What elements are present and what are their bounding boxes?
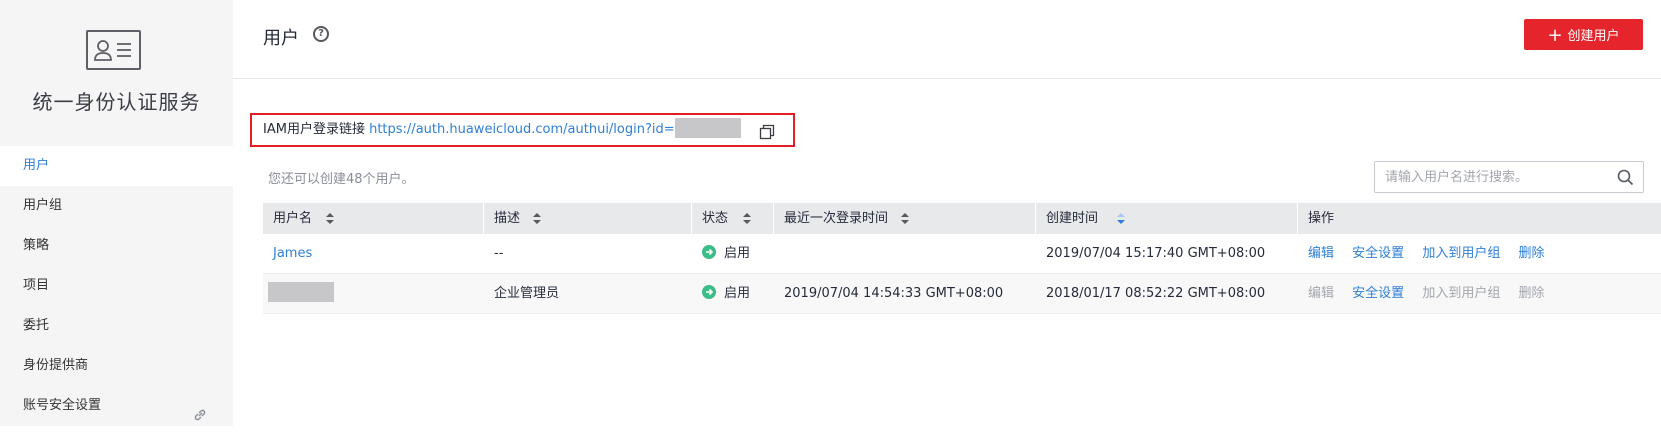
last-login-cell: 2019/07/04 14:54:33 GMT+08:00 — [784, 286, 1004, 301]
delete-link: 删除 — [1518, 286, 1545, 301]
create-user-button[interactable]: + 创建用户 — [1524, 19, 1643, 50]
plus-icon: + — [1547, 25, 1563, 46]
service-title: 统一身份认证服务 — [32, 90, 201, 114]
description-cell: -- — [494, 246, 504, 261]
status-cell: 启用 — [692, 274, 774, 313]
actions-cell: 编辑 安全设置 加入到用户组 删除 — [1298, 274, 1661, 313]
column-header-description[interactable]: 描述 — [484, 203, 692, 234]
created-cell: 2018/01/17 08:52:22 GMT+08:00 — [1046, 286, 1266, 301]
sidebar-item-projects[interactable]: 项目 — [0, 266, 233, 306]
security-settings-link[interactable]: 安全设置 — [1352, 286, 1404, 301]
last-login-cell — [774, 234, 1036, 273]
sidebar-nav: 用户 用户组 策略 项目 委托 身份提供商 账号安全设置 — [0, 146, 233, 426]
sidebar-item-policies[interactable]: 策略 — [0, 226, 233, 266]
page-title: 用户 — [263, 28, 299, 49]
users-table: 用户名 描述 状态 最近一次登录时间 创建时间 操作 James -- 启用 2… — [263, 203, 1661, 314]
sidebar-item-users[interactable]: 用户 — [0, 146, 233, 186]
status-text: 启用 — [724, 246, 751, 261]
add-to-group-link[interactable]: 加入到用户组 — [1422, 246, 1500, 261]
created-cell: 2019/07/04 15:17:40 GMT+08:00 — [1046, 246, 1266, 261]
status-text: 启用 — [724, 286, 751, 301]
main-content: 用户 ? + 创建用户 IAM用户登录链接 https://auth.huawei… — [233, 0, 1661, 426]
sidebar-item-account-security[interactable]: 账号安全设置 — [0, 386, 233, 426]
sidebar-item-agencies[interactable]: 委托 — [0, 306, 233, 346]
username-link[interactable]: James — [273, 246, 312, 261]
user-card-icon — [86, 30, 141, 70]
add-to-group-link: 加入到用户组 — [1422, 286, 1501, 301]
question-circle-icon[interactable]: ? — [313, 26, 329, 42]
masked-username — [268, 282, 334, 302]
login-link-box: IAM用户登录链接 https://auth.huaweicloud.com/a… — [250, 113, 795, 147]
column-header-username[interactable]: 用户名 — [263, 203, 484, 234]
edit-link: 编辑 — [1308, 286, 1335, 301]
search-box — [1374, 161, 1644, 193]
sort-icon[interactable] — [742, 212, 752, 225]
search-input[interactable] — [1375, 162, 1605, 192]
sidebar-item-label: 账号安全设置 — [23, 398, 102, 413]
sidebar-item-identity-providers[interactable]: 身份提供商 — [0, 346, 233, 386]
table-header: 用户名 描述 状态 最近一次登录时间 创建时间 操作 — [263, 203, 1661, 234]
link-icon — [193, 399, 207, 439]
column-header-created[interactable]: 创建时间 — [1036, 203, 1298, 234]
status-enabled-icon — [702, 285, 716, 299]
page-header: 用户 ? + 创建用户 — [233, 0, 1661, 79]
login-link-label: IAM用户登录链接 — [263, 122, 365, 137]
table-row: James -- 启用 2019/07/04 15:17:40 GMT+08:0… — [263, 234, 1661, 274]
description-cell: 企业管理员 — [494, 286, 560, 301]
search-icon[interactable] — [1617, 169, 1634, 190]
masked-account-id — [674, 118, 741, 138]
security-settings-link[interactable]: 安全设置 — [1352, 246, 1404, 261]
column-header-last-login[interactable]: 最近一次登录时间 — [774, 203, 1036, 234]
edit-link[interactable]: 编辑 — [1308, 246, 1334, 261]
user-quota-hint: 您还可以创建48个用户。 — [268, 172, 415, 187]
table-row: 企业管理员 启用 2019/07/04 14:54:33 GMT+08:00 2… — [263, 274, 1661, 314]
sort-icon[interactable] — [532, 212, 542, 225]
sidebar: 统一身份认证服务 用户 用户组 策略 项目 委托 身份提供商 账号安全设置 — [0, 0, 233, 426]
sort-icon[interactable] — [900, 212, 910, 225]
status-enabled-icon — [702, 245, 716, 259]
sort-desc-icon[interactable] — [1116, 212, 1126, 225]
column-header-status[interactable]: 状态 — [692, 203, 774, 234]
create-user-label: 创建用户 — [1567, 29, 1620, 44]
actions-cell: 编辑 安全设置 加入到用户组 删除 — [1298, 234, 1661, 273]
column-header-actions: 操作 — [1308, 211, 1335, 226]
status-cell: 启用 — [692, 234, 774, 273]
copy-icon[interactable] — [759, 122, 775, 152]
delete-link[interactable]: 删除 — [1518, 246, 1544, 261]
sidebar-item-user-groups[interactable]: 用户组 — [0, 186, 233, 226]
login-link-url[interactable]: https://auth.huaweicloud.com/authui/logi… — [369, 122, 675, 137]
sort-icon[interactable] — [325, 212, 335, 225]
